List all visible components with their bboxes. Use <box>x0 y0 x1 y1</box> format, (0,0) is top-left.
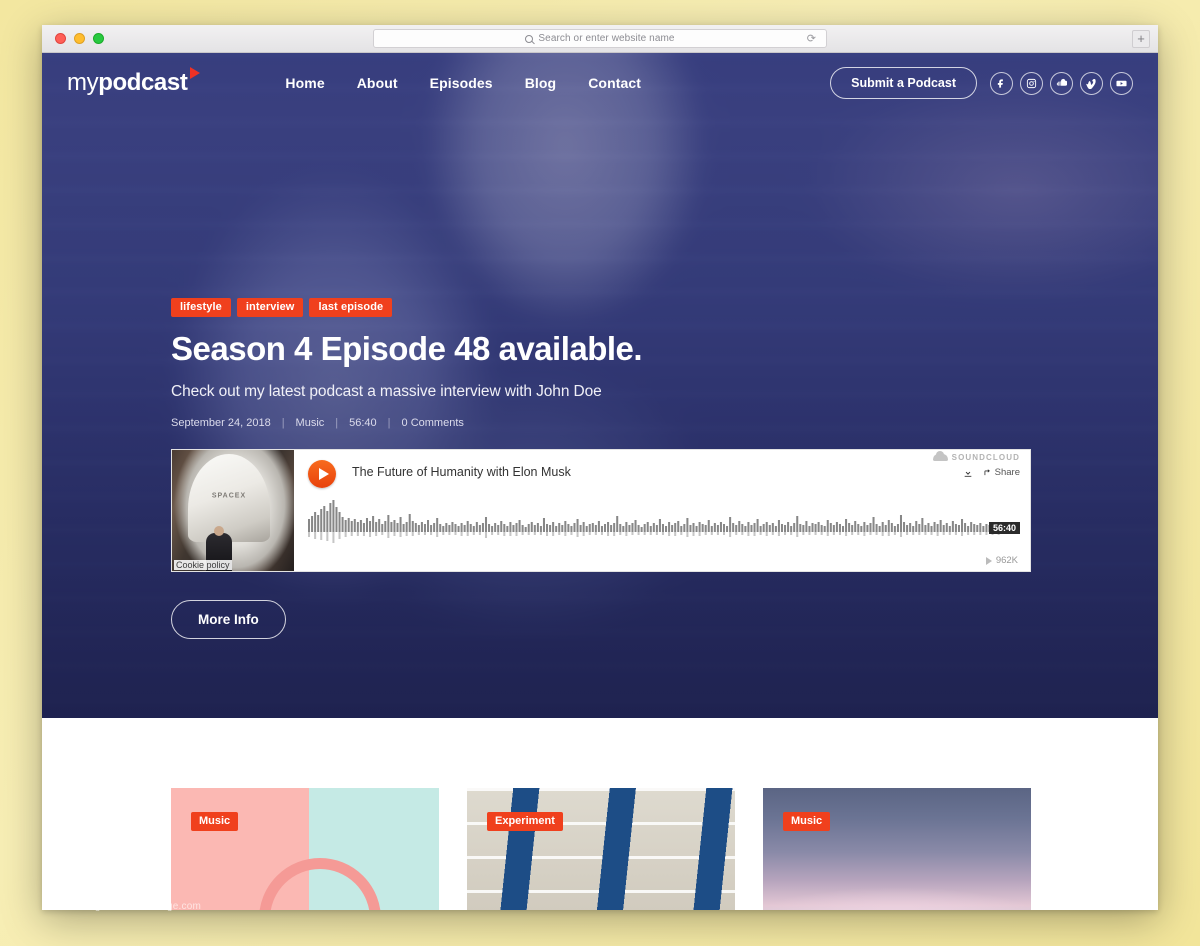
browser-titlebar: Search or enter website name ⟳ + <box>42 25 1158 53</box>
nav-item-blog[interactable]: Blog <box>525 75 557 91</box>
site-header: mypodcast Home About Episodes Blog Conta… <box>42 53 1158 113</box>
play-button[interactable] <box>308 460 336 488</box>
main-navigation: Home About Episodes Blog Contact <box>285 75 641 91</box>
watermark: www.heritagechristiancollege.com <box>44 901 202 912</box>
address-bar[interactable]: Search or enter website name ⟳ <box>373 29 827 48</box>
hero-meta-comments: 0 Comments <box>401 417 464 429</box>
hero-meta-duration: 56:40 <box>349 417 377 429</box>
play-triangle-icon <box>190 67 201 79</box>
player-artwork[interactable]: Cookie policy <box>172 450 294 571</box>
player-actions: Share <box>933 467 1020 478</box>
soundcloud-wordmark: SOUNDCLOUD <box>951 453 1020 462</box>
episode-card[interactable]: Experiment <box>467 788 735 910</box>
episode-card[interactable]: Music <box>763 788 1031 910</box>
hero-subtitle: Check out my latest podcast a massive in… <box>171 383 602 400</box>
play-count-icon <box>985 556 992 565</box>
soundcloud-icon[interactable] <box>1050 71 1073 95</box>
track-title: The Future of Humanity with Elon Musk <box>352 465 571 479</box>
nav-item-contact[interactable]: Contact <box>588 75 641 91</box>
close-window-button[interactable] <box>55 33 66 44</box>
nav-item-episodes[interactable]: Episodes <box>430 75 493 91</box>
logo-text-light: my <box>67 69 99 96</box>
waveform-graphic <box>308 500 1018 543</box>
hero-tag-interview[interactable]: interview <box>236 298 304 317</box>
player-body: The Future of Humanity with Elon Musk SO… <box>294 450 1030 571</box>
youtube-icon[interactable] <box>1110 71 1133 95</box>
meta-separator: | <box>387 417 391 429</box>
track-duration: 56:40 <box>988 522 1020 534</box>
header-actions: Submit a Podcast <box>830 67 1133 99</box>
meta-separator: | <box>335 417 339 429</box>
webpage-viewport: mypodcast Home About Episodes Blog Conta… <box>42 53 1158 910</box>
more-info-button[interactable]: More Info <box>171 600 286 639</box>
soundcloud-player: Cookie policy The Future of Humanity wit… <box>171 449 1031 572</box>
nav-item-about[interactable]: About <box>357 75 398 91</box>
facebook-icon[interactable] <box>990 71 1013 95</box>
new-tab-button[interactable]: + <box>1132 30 1150 48</box>
soundcloud-brand-row[interactable]: SOUNDCLOUD <box>932 451 1020 462</box>
share-label: Share <box>994 467 1020 478</box>
maximize-window-button[interactable] <box>93 33 104 44</box>
social-links <box>990 71 1133 95</box>
download-button[interactable] <box>963 468 973 478</box>
reload-icon[interactable]: ⟳ <box>807 32 816 45</box>
minimize-window-button[interactable] <box>74 33 85 44</box>
waveform[interactable] <box>308 498 1020 546</box>
card-badge-experiment[interactable]: Experiment <box>487 812 563 831</box>
search-icon <box>525 34 534 43</box>
play-count: 962K <box>985 555 1018 566</box>
play-count-value: 962K <box>995 555 1018 566</box>
hero-meta-date: September 24, 2018 <box>171 417 271 429</box>
address-bar-text: Search or enter website name <box>538 33 675 44</box>
soundcloud-cloud-icon <box>932 451 948 461</box>
play-icon <box>318 468 329 480</box>
hero-meta: September 24, 2018 | Music | 56:40 | 0 C… <box>171 417 1051 429</box>
hero-title: Season 4 Episode 48 available. <box>171 330 643 367</box>
share-button[interactable]: Share <box>982 467 1020 478</box>
address-bar-placeholder: Search or enter website name <box>525 33 674 44</box>
hero-tag-lifestyle[interactable]: lifestyle <box>171 298 231 317</box>
vimeo-icon[interactable] <box>1080 71 1103 95</box>
hero-meta-category: Music <box>295 417 325 429</box>
card-badge-music[interactable]: Music <box>191 812 239 831</box>
browser-window: Search or enter website name ⟳ + mypodca… <box>42 25 1158 910</box>
hero-tag-last-episode[interactable]: last episode <box>309 298 393 317</box>
desktop-background: Search or enter website name ⟳ + mypodca… <box>0 0 1200 946</box>
hero-section: mypodcast Home About Episodes Blog Conta… <box>42 53 1158 718</box>
hero-content: lifestyle interview last episode Season … <box>171 298 1051 639</box>
instagram-icon[interactable] <box>1020 71 1043 95</box>
window-controls <box>55 33 104 44</box>
card-badge-music[interactable]: Music <box>783 812 831 831</box>
nav-item-home[interactable]: Home <box>285 75 324 91</box>
logo-text-bold: podcast <box>98 69 188 96</box>
episode-card-list: Music Experiment Music <box>42 788 1158 910</box>
site-logo[interactable]: mypodcast <box>67 67 201 97</box>
meta-separator: | <box>281 417 285 429</box>
hero-tag-list: lifestyle interview last episode <box>171 298 1051 317</box>
submit-podcast-button[interactable]: Submit a Podcast <box>830 67 977 99</box>
cookie-policy-link[interactable]: Cookie policy <box>174 560 232 570</box>
episodes-section: Music Experiment Music <box>42 718 1158 910</box>
episode-card[interactable]: Music <box>171 788 439 910</box>
player-top-row: The Future of Humanity with Elon Musk <box>308 460 1018 488</box>
soundcloud-branding: SOUNDCLOUD Share <box>932 451 1020 478</box>
